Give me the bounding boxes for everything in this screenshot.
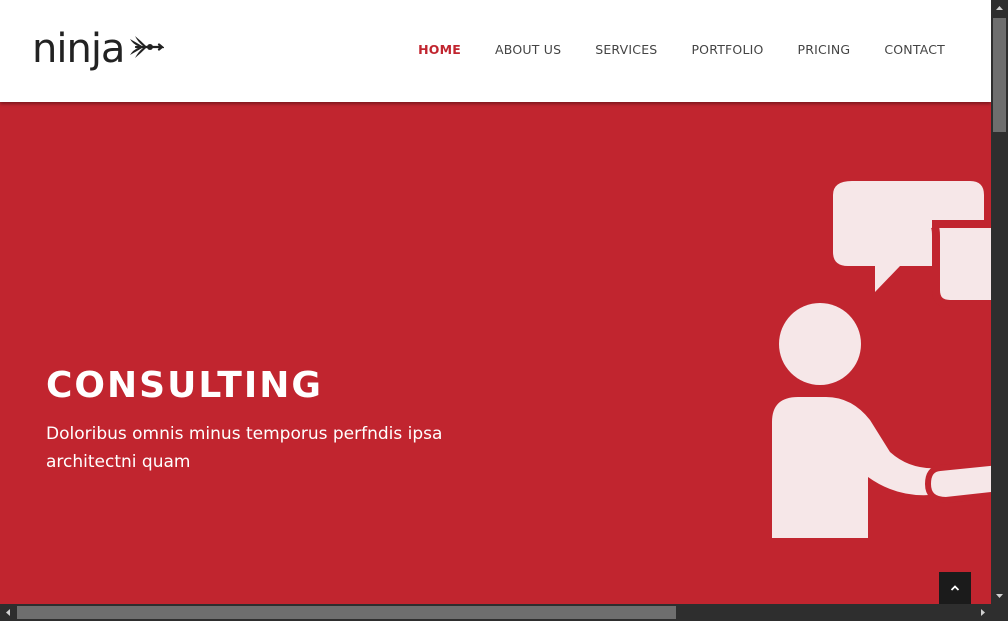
scroll-to-top-button[interactable] — [939, 572, 971, 604]
nav-home[interactable]: HOME — [418, 42, 461, 57]
hero-banner: CONSULTING Doloribus omnis minus temporu… — [0, 102, 991, 604]
logo-text: ninja — [32, 26, 125, 72]
arrow-fletching-icon — [130, 36, 165, 58]
chevron-up-icon — [950, 585, 960, 591]
logo[interactable]: ninja — [32, 26, 165, 72]
hero-title: CONSULTING — [46, 365, 323, 406]
consulting-people-speech-bubbles-icon — [772, 181, 991, 538]
page-viewport: ninja HOME ABOUT US SERVICES PORTFOLIO P… — [0, 0, 991, 604]
hero-subtitle: Doloribus omnis minus temporus perfndis … — [46, 424, 443, 472]
vertical-scrollbar[interactable] — [991, 0, 1008, 604]
horizontal-scroll-thumb[interactable] — [17, 606, 676, 619]
scrollbar-corner — [991, 604, 1008, 621]
site-header: ninja HOME ABOUT US SERVICES PORTFOLIO P… — [0, 0, 991, 102]
main-nav: HOME ABOUT US SERVICES PORTFOLIO PRICING… — [384, 42, 945, 57]
scroll-left-arrow-icon[interactable] — [0, 604, 17, 621]
nav-contact[interactable]: CONTACT — [884, 42, 945, 57]
scroll-down-arrow-icon[interactable] — [991, 587, 1008, 604]
nav-pricing[interactable]: PRICING — [798, 42, 851, 57]
nav-about-us[interactable]: ABOUT US — [495, 42, 561, 57]
nav-portfolio[interactable]: PORTFOLIO — [691, 42, 763, 57]
vertical-scroll-thumb[interactable] — [993, 18, 1006, 132]
scroll-up-arrow-icon[interactable] — [991, 0, 1008, 17]
horizontal-scrollbar[interactable] — [0, 604, 991, 621]
nav-services[interactable]: SERVICES — [595, 42, 657, 57]
scroll-right-arrow-icon[interactable] — [974, 604, 991, 621]
